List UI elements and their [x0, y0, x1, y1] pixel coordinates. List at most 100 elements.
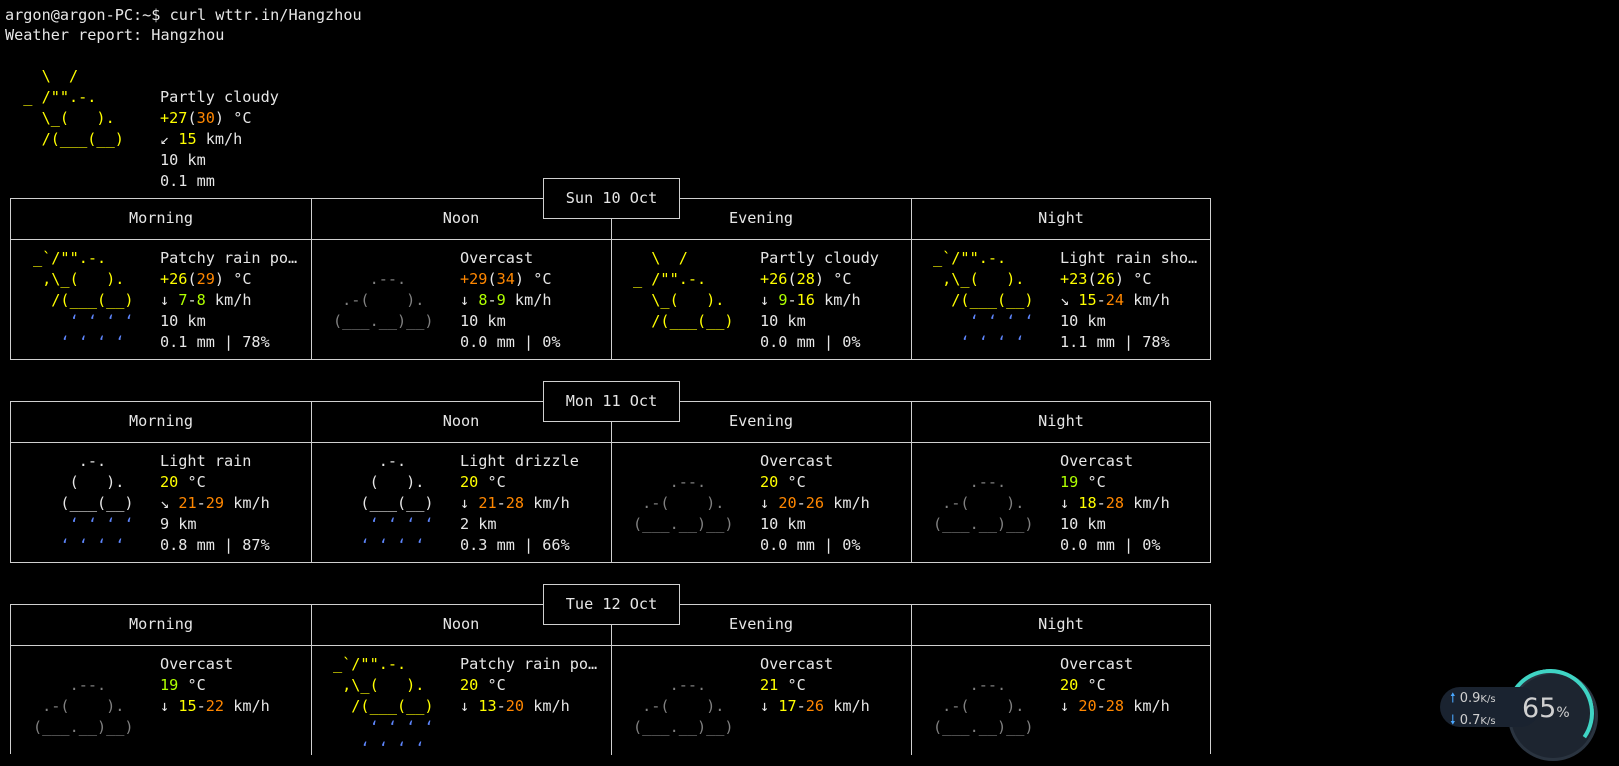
precipitation: 0.0 mm | 0% [760, 536, 861, 554]
wind-direction-icon: ↓ [460, 494, 470, 512]
wind-direction-icon: ↓ [160, 291, 170, 309]
forecast-cell-evening: .--. .-( ). (___.__)__) Overcast 20 °C ↓… [611, 443, 911, 563]
forecast-cell-morning: .-. ( ). (___(__) ‘ ‘ ‘ ‘ ‘ ‘ ‘ ‘ Light … [11, 443, 311, 563]
visibility: 9 km [160, 515, 197, 533]
visibility: 10 km [760, 312, 806, 330]
day-forecast-table: Morning Noon Evening Night Mon 11 Oct .-. ( … [10, 381, 1211, 563]
forecast-details: Overcast 19 °C ↓ 15-22 km/h [160, 655, 270, 715]
wind-speed-low: 13 [478, 697, 497, 715]
forecast-details: Overcast 19 °C ↓ 18-28 km/h 10 km 0.0 mm… [1060, 452, 1170, 554]
period-label-morning: Morning [128, 615, 193, 633]
wind-direction-icon: ↓ [1060, 494, 1070, 512]
condition-text: Overcast [1060, 452, 1134, 470]
system-monitor-widget[interactable]: 🠕 0.9K/s 🠗 0.7K/s 65% [1440, 662, 1619, 764]
day-date-label: Mon 11 Oct [543, 381, 680, 422]
temperature: 19 [1060, 473, 1079, 491]
wind-speed-high: 9 [496, 291, 506, 309]
condition-text: Overcast [760, 452, 834, 470]
wind-speed-low: 21 [478, 494, 497, 512]
visibility: 2 km [460, 515, 497, 533]
wind-speed-high: 28 [1105, 697, 1125, 715]
weather-icon: .--. .-( ). (___.__)__) [333, 270, 443, 330]
visibility: 10 km [160, 312, 206, 330]
forecast-cell-noon: _`/"".-. ,\_( ). /(___(__) ‘ ‘ ‘ ‘ ‘ ‘ ‘… [311, 646, 611, 766]
wind-direction-icon: ↓ [460, 697, 470, 715]
wind-speed-high: 8 [196, 291, 206, 309]
current-feels: 30 [196, 109, 215, 127]
temperature: 20 [460, 676, 479, 694]
precipitation: 0.8 mm | 87% [160, 536, 270, 554]
temperature: 20 [1060, 676, 1079, 694]
wind-speed-low: 15 [1078, 291, 1097, 309]
current-conditions: Partly cloudy +27(30) °C ↙ 15 km/h 10 km… [160, 88, 279, 190]
cpu-percent: 65% [1522, 693, 1570, 724]
forecast-cell-night: .--. .-( ). (___.__)__) Overcast 20 °C ↓… [911, 646, 1211, 766]
forecast-details: Light rain 20 °C ↘ 21-29 km/h 9 km 0.8 m… [160, 452, 270, 554]
period-label-night: Night [1038, 209, 1084, 227]
forecast-cell-morning: .--. .-( ). (___.__)__) Overcast 19 °C ↓… [11, 646, 311, 766]
wind-direction-icon: ↘ [1060, 291, 1070, 309]
forecast-details: Light rain sho… +23(26) °C ↘ 15-24 km/h … [1060, 249, 1198, 351]
condition-text: Overcast [160, 655, 234, 673]
forecast-details: Overcast 20 °C ↓ 20-26 km/h 10 km 0.0 mm… [760, 452, 870, 554]
condition-text: Light rain [160, 452, 252, 470]
wind-unit: km/h [196, 130, 243, 148]
forecast-cell-evening: \ / _ /"".-. \_( ). /(___(__) Partly clo… [611, 240, 911, 360]
wind-speed-high: 29 [205, 494, 225, 512]
period-label-morning: Morning [128, 412, 193, 430]
wind-direction-icon: ↓ [1060, 697, 1070, 715]
report-title: Weather report: Hangzhou [5, 26, 225, 44]
precipitation: 0.1 mm | 78% [160, 333, 270, 351]
wind-speed-low: 21 [178, 494, 197, 512]
forecast-cell-noon: .--. .-( ). (___.__)__) Overcast +29(34)… [311, 240, 611, 360]
temperature: 21 [760, 676, 779, 694]
wind-direction-icon: ↓ [460, 291, 470, 309]
wind-speed-high: 28 [1105, 494, 1125, 512]
wind-direction-icon: ↘ [160, 494, 170, 512]
precipitation: 0.0 mm | 0% [760, 333, 861, 351]
forecast-cell-night: .--. .-( ). (___.__)__) Overcast 19 °C ↓… [911, 443, 1211, 563]
forecast-details: Patchy rain po… 20 °C ↓ 13-20 km/h [460, 655, 598, 715]
weather-icon: .--. .-( ). (___.__)__) [633, 676, 743, 736]
wind-speed-low: 17 [778, 697, 797, 715]
condition-text: Light rain sho… [1060, 249, 1198, 267]
weather-icon: .-. ( ). (___(__) ‘ ‘ ‘ ‘ ‘ ‘ ‘ ‘ [333, 452, 443, 554]
forecast-cell-noon: .-. ( ). (___(__) ‘ ‘ ‘ ‘ ‘ ‘ ‘ ‘ Light … [311, 443, 611, 563]
wind-speed-high: 26 [805, 494, 825, 512]
weather-icon: _`/"".-. ,\_( ). /(___(__) ‘ ‘ ‘ ‘ ‘ ‘ ‘… [933, 249, 1043, 351]
forecast-cell-night: _`/"".-. ,\_( ). /(___(__) ‘ ‘ ‘ ‘ ‘ ‘ ‘… [911, 240, 1211, 360]
condition-text: Patchy rain po… [160, 249, 298, 267]
precipitation: 0.3 mm | 66% [460, 536, 570, 554]
period-label-morning: Morning [128, 209, 193, 227]
forecast-details: Overcast 20 °C ↓ 20-28 km/h [1060, 655, 1170, 715]
weather-icon: .--. .-( ). (___.__)__) [933, 473, 1043, 533]
wind-direction-icon: ↓ [760, 291, 770, 309]
visibility: 10 km [760, 515, 806, 533]
temperature: 19 [160, 676, 179, 694]
current-visibility: 10 km [160, 151, 206, 169]
temperature: 20 [160, 473, 179, 491]
upload-arrow-icon: 🠕 [1450, 691, 1456, 706]
wind-speed-low: 9 [778, 291, 788, 309]
condition-text: Patchy rain po… [460, 655, 598, 673]
day-forecast-table: Morning Noon Evening Night Tue 12 Oct .--. .… [10, 584, 1211, 757]
download-arrow-icon: 🠗 [1450, 713, 1456, 728]
feels-like: 26 [1096, 270, 1115, 288]
period-label-night: Night [1038, 615, 1084, 633]
day-date-label: Tue 12 Oct [543, 584, 680, 625]
precipitation: 0.0 mm | 0% [1060, 536, 1161, 554]
temperature: 20 [460, 473, 479, 491]
day-forecast-table: Morning Noon Evening Night Sun 10 Oct _`/"".-… [10, 178, 1211, 360]
visibility: 10 km [460, 312, 506, 330]
feels-like: 28 [796, 270, 815, 288]
condition-text: Light drizzle [460, 452, 579, 470]
temperature: +26 [760, 270, 788, 288]
wind-speed-high: 20 [505, 697, 525, 715]
wind-direction-icon: ↓ [760, 494, 770, 512]
forecast-cell-morning: _`/"".-. ,\_( ). /(___(__) ‘ ‘ ‘ ‘ ‘ ‘ ‘… [11, 240, 311, 360]
weather-icon: .--. .-( ). (___.__)__) [933, 676, 1043, 736]
condition-text: Overcast [460, 249, 534, 267]
precipitation: 0.0 mm | 0% [460, 333, 561, 351]
wind-speed-low: 7 [178, 291, 188, 309]
weather-icon: \ / _ /"".-. \_( ). /(___(__) [633, 249, 743, 330]
